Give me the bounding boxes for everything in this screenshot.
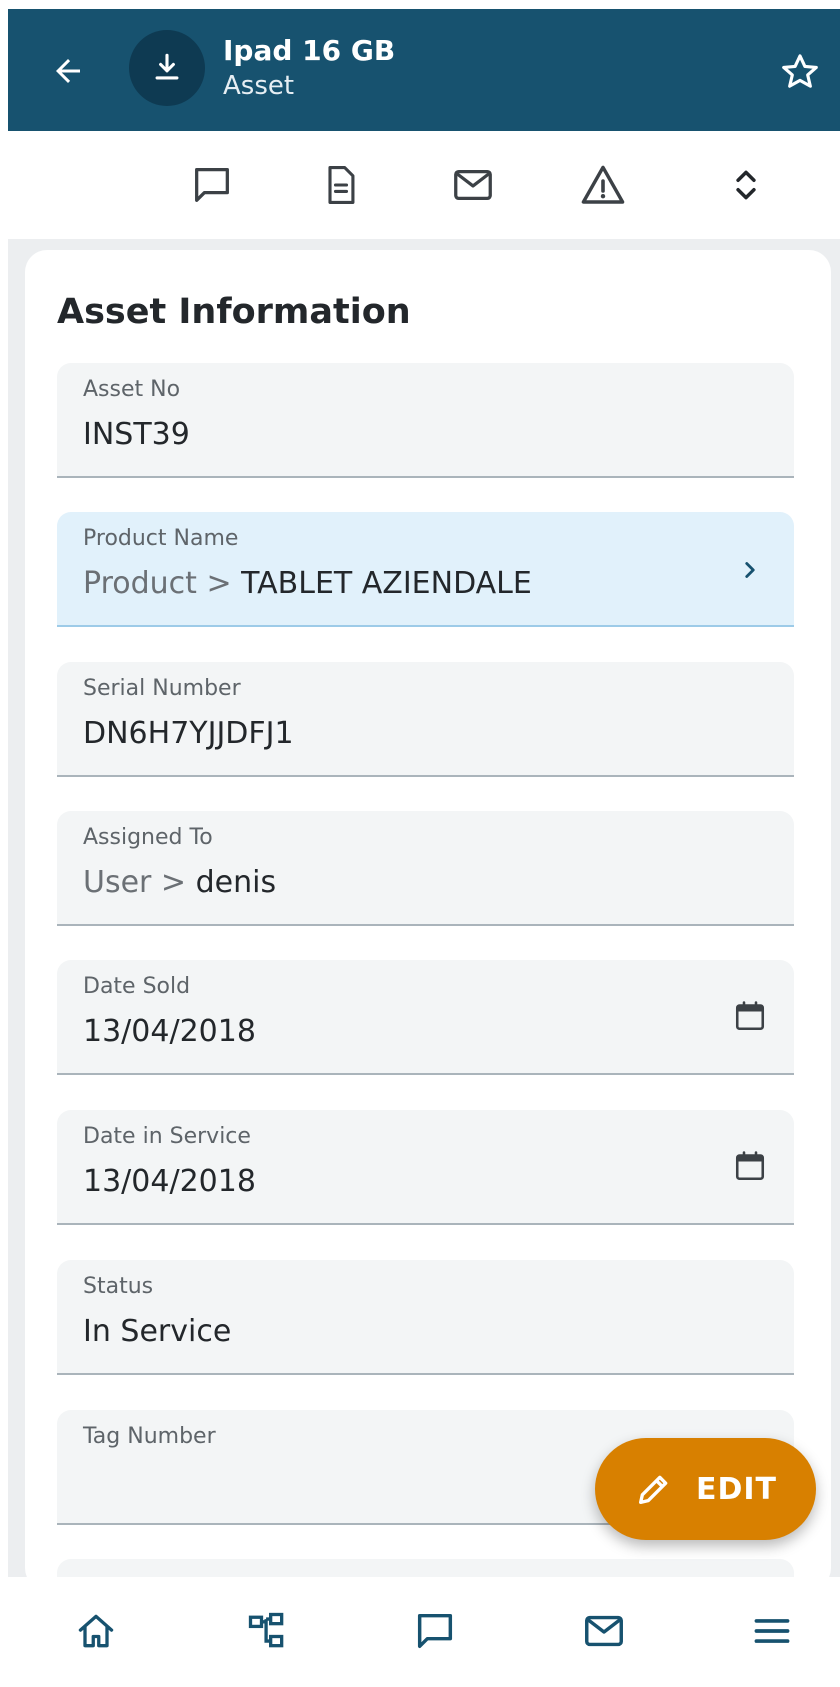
field-label: Serial Number [83,676,241,701]
edit-button[interactable]: EDIT [595,1438,816,1540]
field-date-in-service[interactable]: Date in Service 13/04/2018 [57,1110,794,1225]
page-subtitle: Asset [223,71,295,101]
comment-icon [195,168,229,202]
email-button[interactable] [443,155,503,215]
record-avatar [129,30,205,106]
nav-email[interactable] [572,1601,636,1661]
edit-button-label: EDIT [695,1471,778,1507]
field-value: 13/04/2018 [83,1014,256,1049]
field-serial-number[interactable]: Serial Number DN6H7YJJDFJ1 [57,662,794,777]
document-icon [328,166,355,204]
download-icon [155,53,179,80]
field-value: Product > TABLET AZIENDALE [83,566,532,601]
title-block: Ipad 16 GB Asset [223,33,395,103]
calendar-icon [735,1001,765,1031]
warning-icon [581,165,625,204]
date-in-service-picker-button[interactable] [728,1144,772,1188]
field-label: Product Name [83,526,239,551]
home-icon [78,1614,114,1648]
field-label: Tag Number [83,1424,216,1449]
date-sold-picker-button[interactable] [728,994,772,1038]
expand-button[interactable] [716,155,776,215]
field-label: Status [83,1274,154,1299]
star-outline-icon [782,54,818,88]
field-value: 13/04/2018 [83,1164,256,1199]
action-bar [8,131,840,239]
chevron-right-icon [745,562,755,578]
field-value-link: denis [195,865,277,900]
unfold-icon [736,170,756,200]
mail-icon [454,169,492,201]
header-bar: Ipad 16 GB Asset [8,9,840,131]
open-product-button[interactable] [728,548,772,592]
warning-button[interactable] [573,155,633,215]
nav-menu[interactable] [740,1601,804,1661]
field-value-link: TABLET AZIENDALE [241,566,532,601]
hierarchy-icon [248,1612,284,1648]
field-date-sold[interactable]: Date Sold 13/04/2018 [57,960,794,1075]
section-title: Asset Information [57,292,411,332]
favorite-button[interactable] [760,47,840,97]
bottom-navigation [8,1577,840,1687]
menu-icon [754,1619,790,1643]
field-value: INST39 [83,417,190,452]
field-product-name[interactable]: Product Name Product > TABLET AZIENDALE [57,512,794,627]
field-value: DN6H7YJJDFJ1 [83,716,294,751]
field-value-prefix: Product > [83,566,242,601]
field-value-prefix: User > [83,865,196,900]
field-label: Assigned To [83,825,213,850]
back-button[interactable] [46,49,90,93]
calendar-icon [735,1151,765,1181]
page-title: Ipad 16 GB [223,34,396,67]
field-value: In Service [83,1314,232,1349]
field-status[interactable]: Status In Service [57,1260,794,1375]
documents-button[interactable] [311,155,371,215]
field-label: Asset No [83,377,181,402]
comment-icon [417,1613,453,1649]
field-label: Date in Service [83,1124,251,1149]
arrow-left-icon [56,59,80,83]
app-frame: Ipad 16 GB Asset Asset Information Asset… [8,9,840,1687]
field-assigned-to[interactable]: Assigned To User > denis [57,811,794,926]
field-value: User > denis [83,865,276,900]
nav-home[interactable] [64,1601,128,1661]
field-asset-no[interactable]: Asset No INST39 [57,363,794,478]
nav-comments[interactable] [403,1601,467,1661]
pencil-icon [638,1475,668,1504]
comments-button[interactable] [182,155,242,215]
field-label: Date Sold [83,974,191,999]
mail-icon [585,1615,623,1647]
asset-information-card: Asset Information Asset No INST39 Produc… [25,250,831,1674]
nav-hierarchy[interactable] [235,1601,299,1661]
